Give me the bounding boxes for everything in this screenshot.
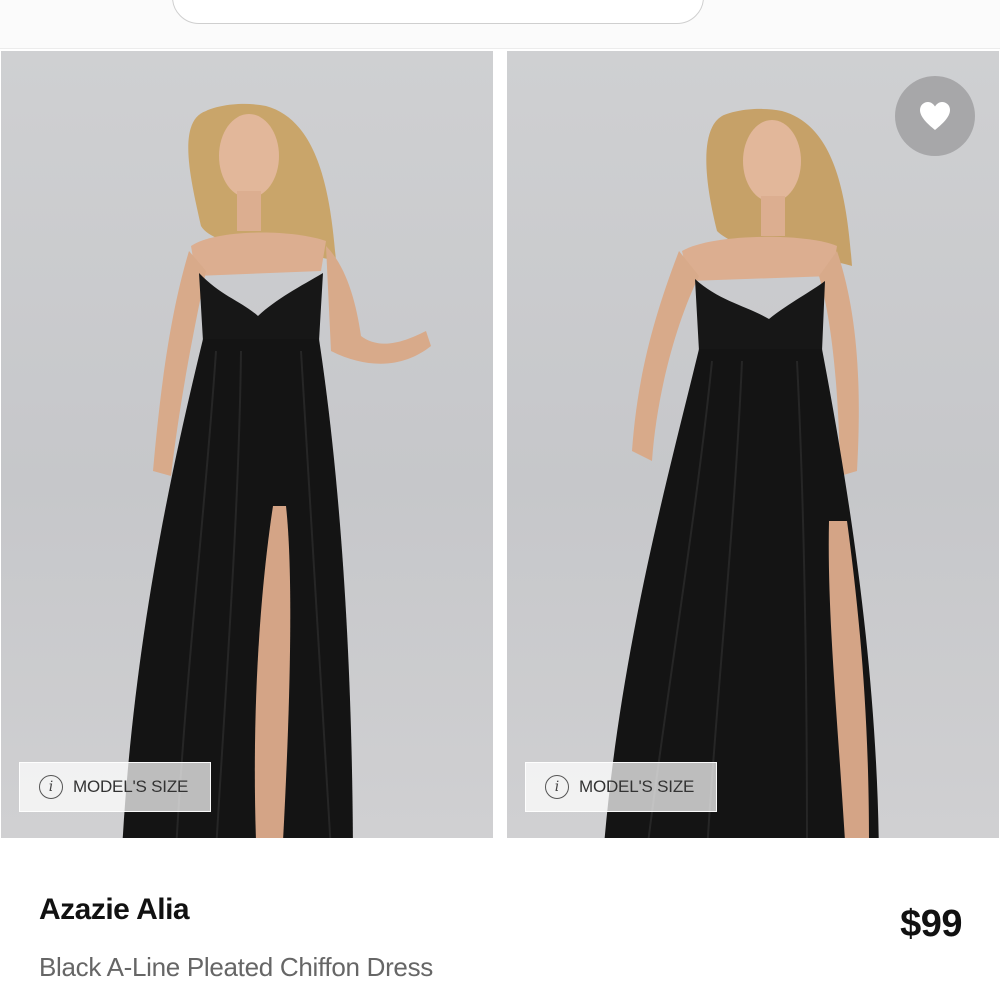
model-size-label: MODEL'S SIZE [579,777,695,796]
model-size-label: MODEL'S SIZE [73,777,189,796]
heart-icon [920,102,950,130]
model-photo-illustration [604,108,879,838]
model-size-button[interactable]: i MODEL'S SIZE [525,762,717,812]
product-image-2[interactable]: i MODEL'S SIZE [507,51,999,838]
model-size-button[interactable]: i MODEL'S SIZE [19,762,211,812]
favorite-button[interactable] [895,76,975,156]
product-page: i MODEL'S SIZE i MODEL'S SIZE Azazie Ali… [0,0,1000,1000]
product-description[interactable]: Black A-Line Pleated Chiffon Dress [39,952,433,983]
info-icon: i [39,775,63,799]
product-price: $99 [900,903,962,945]
info-icon: i [545,775,569,799]
top-bar [0,0,1000,49]
search-bar[interactable] [172,0,704,24]
model-photo-illustration [122,103,431,838]
product-name[interactable]: Azazie Alia [39,893,190,927]
product-image-1[interactable]: i MODEL'S SIZE [1,51,493,838]
